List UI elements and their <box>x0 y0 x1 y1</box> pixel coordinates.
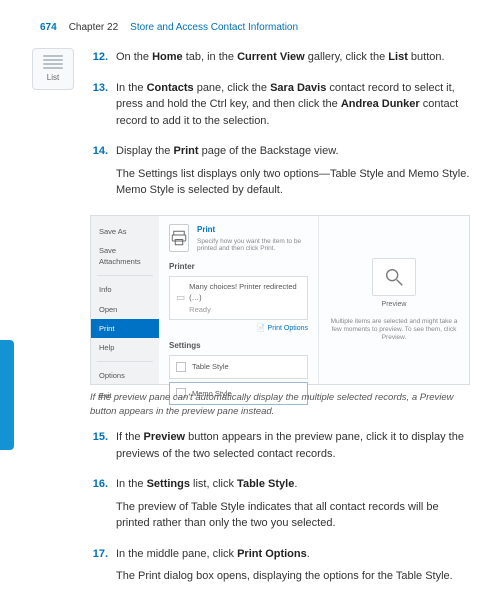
sidebar-options[interactable]: Options <box>91 366 159 385</box>
step-number: 16. <box>90 476 108 538</box>
sidebar-saveas[interactable]: Save As <box>91 222 159 241</box>
bold-home: Home <box>152 51 183 63</box>
bold-list: List <box>388 51 408 63</box>
sidebar-divider <box>97 275 153 276</box>
chapter-ref: Chapter 22 <box>69 20 118 35</box>
sidebar-print[interactable]: Print <box>91 319 159 338</box>
preview-button-label: Preview <box>382 300 407 311</box>
steps-block-a: 12. On the Home tab, in the Current View… <box>90 49 470 205</box>
printer-selector[interactable]: Many choices! Printer redirected (…) Rea… <box>169 276 308 320</box>
figure-preview-pane: Preview Multiple items are selected and … <box>319 216 469 384</box>
figure-main: Print Specify how you want the item to b… <box>159 216 469 384</box>
list-icon-label: List <box>47 72 59 84</box>
sidebar-open[interactable]: Open <box>91 300 159 319</box>
step-number: 12. <box>90 49 108 72</box>
print-description: Specify how you want the item to be prin… <box>197 238 308 254</box>
preview-button[interactable] <box>372 258 416 296</box>
list-lines-icon <box>43 55 63 69</box>
magnifier-icon <box>383 266 405 288</box>
step-body: In the Settings list, click Table Style.… <box>116 476 470 538</box>
table-style-swatch-icon <box>176 362 186 372</box>
page-header: 674 Chapter 22 Store and Access Contact … <box>40 20 470 35</box>
step-13: 13. In the Contacts pane, click the Sara… <box>90 80 470 136</box>
page-number: 674 <box>40 20 57 35</box>
printer-heading: Printer <box>169 261 308 273</box>
step-number: 17. <box>90 546 108 591</box>
preview-note: Multiple items are selected and might ta… <box>327 318 461 341</box>
step-body: In the middle pane, click Print Options.… <box>116 546 453 591</box>
bold-contacts: Contacts <box>147 82 194 94</box>
steps-block-b: 15. If the Preview button appears in the… <box>90 429 470 591</box>
table-style-label: Table Style <box>192 361 229 372</box>
step-body: On the Home tab, in the Current View gal… <box>116 49 445 72</box>
bold-andrea: Andrea Dunker <box>341 98 420 110</box>
step-14-followup: The Settings list displays only two opti… <box>116 166 470 199</box>
list-view-icon: List <box>32 48 74 90</box>
step-number: 13. <box>90 80 108 136</box>
bold-current-view: Current View <box>237 51 305 63</box>
print-button[interactable] <box>169 224 189 252</box>
print-section-title: Print <box>197 224 308 236</box>
step-17-followup: The Print dialog box opens, displaying t… <box>116 568 453 585</box>
printer-name: Many choices! Printer redirected (…) <box>189 281 301 304</box>
step-16: 16. In the Settings list, click Table St… <box>90 476 470 538</box>
bold-print-options: Print Options <box>237 548 307 560</box>
printer-icon <box>170 229 188 247</box>
setting-table-style[interactable]: Table Style <box>169 355 308 378</box>
figure-sidebar: Save As Save Attachments Info Open Print… <box>91 216 159 384</box>
bold-settings: Settings <box>147 478 190 490</box>
step-17: 17. In the middle pane, click Print Opti… <box>90 546 470 591</box>
bold-print: Print <box>173 145 198 157</box>
printer-icon <box>176 293 185 303</box>
figure-mid-pane: Print Specify how you want the item to b… <box>159 216 319 384</box>
settings-heading: Settings <box>169 340 308 352</box>
step-number: 14. <box>90 143 108 205</box>
print-options-link[interactable]: 📄 Print Options <box>169 324 308 335</box>
sidebar-divider <box>97 361 153 362</box>
step-number: 15. <box>90 429 108 468</box>
step-body: If the Preview button appears in the pre… <box>116 429 470 468</box>
bold-preview: Preview <box>144 431 186 443</box>
sidebar-info[interactable]: Info <box>91 280 159 299</box>
printer-status: Ready <box>189 304 301 315</box>
bold-sara: Sara Davis <box>270 82 326 94</box>
step-14: 14. Display the Print page of the Backst… <box>90 143 470 205</box>
sidebar-save-attachments[interactable]: Save Attachments <box>91 241 159 272</box>
step-15: 15. If the Preview button appears in the… <box>90 429 470 468</box>
step-16-followup: The preview of Table Style indicates tha… <box>116 499 470 532</box>
step-body: In the Contacts pane, click the Sara Dav… <box>116 80 470 136</box>
sidebar-help[interactable]: Help <box>91 338 159 357</box>
page-side-tab <box>0 340 14 450</box>
step-12: 12. On the Home tab, in the Current View… <box>90 49 470 72</box>
figure-backstage-print: Save As Save Attachments Info Open Print… <box>90 215 470 385</box>
step-body: Display the Print page of the Backstage … <box>116 143 470 205</box>
chapter-title: Store and Access Contact Information <box>130 20 298 35</box>
bold-table-style: Table Style <box>237 478 294 490</box>
